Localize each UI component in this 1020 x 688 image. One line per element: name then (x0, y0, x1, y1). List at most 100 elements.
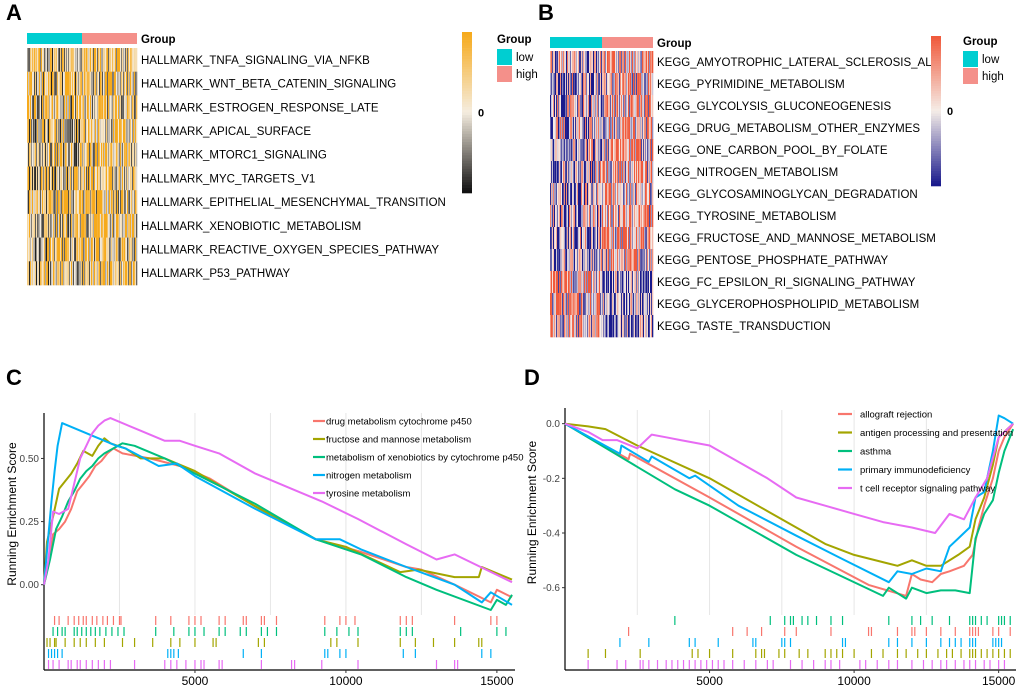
colorbar-step (931, 181, 941, 184)
panel-letter-c: C (6, 365, 22, 390)
heatmap-row (27, 237, 138, 262)
heatmap-cell (652, 227, 654, 250)
colorbar-step (931, 141, 941, 144)
legend-title: Group (963, 36, 998, 48)
legend-label-3: primary immunodeficiency (860, 465, 971, 476)
heatmap-cell (652, 95, 654, 118)
colorbar-step (462, 112, 472, 116)
heatmap-cell (136, 237, 138, 262)
y-tick-label: 0.25 (20, 517, 40, 528)
heatmap-row (27, 71, 138, 96)
legend-swatch-high (497, 66, 512, 82)
hit-marks-4 (587, 660, 1006, 669)
legend-title: Group (497, 34, 532, 46)
colorbar-step (931, 101, 941, 104)
colorbar-step (931, 43, 941, 47)
colorbar-step (462, 125, 472, 129)
heatmap-panel-b: Group KEGG_AMYOTROPHIC_LATERAL_SCLEROSIS_… (550, 36, 1004, 338)
colorbar-step (462, 107, 472, 111)
heatmap-cell (136, 119, 138, 144)
group-annotation-bar (550, 37, 653, 48)
row-label: KEGG_TASTE_TRANSDUCTION (657, 321, 831, 333)
heatmap-row (550, 161, 654, 184)
hit-marks-1 (46, 638, 483, 647)
colorbar-step (931, 61, 941, 64)
y-tick-label: -0.4 (543, 529, 561, 540)
row-label: HALLMARK_XENOBIOTIC_METABOLISM (141, 221, 361, 233)
legend-label-low: low (516, 52, 534, 64)
colorbar-step (462, 40, 472, 44)
colorbar-step (931, 176, 941, 179)
y-axis-label: Running Enrichment Score (5, 442, 19, 586)
colorbar-step (462, 142, 472, 145)
heatmap-row (550, 249, 654, 272)
colorbar-step (462, 155, 472, 159)
group-annotation-label: Group (657, 38, 692, 50)
colorbar-step (462, 136, 472, 140)
colorbar-step (462, 69, 472, 73)
row-label: KEGG_ONE_CARBON_POOL_BY_FOLATE (657, 145, 888, 157)
colorbar-step (931, 161, 941, 164)
heatmap-row (27, 142, 138, 167)
heatmap-row (27, 190, 138, 215)
colorbar-step (462, 131, 472, 135)
x-tick-label: 10000 (329, 674, 363, 688)
colorbar-step (931, 133, 941, 137)
y-tick-label: 0.0 (546, 419, 560, 430)
colorbar-step (931, 143, 941, 147)
heatmap-cell (652, 205, 654, 228)
colorbar-step (462, 74, 472, 78)
colorbar-step (462, 93, 472, 97)
legend-swatch-low (497, 49, 512, 65)
colorbar-step (462, 187, 472, 191)
colorbar-step (931, 53, 941, 57)
colorbar-step (931, 96, 941, 99)
colorbar-step (931, 98, 941, 102)
row-label: KEGG_FRUCTOSE_AND_MANNOSE_METABOLISM (657, 233, 936, 245)
y-tick-label: 0.50 (20, 454, 40, 465)
colorbar-step (931, 88, 941, 92)
x-tick-label: 10000 (837, 674, 871, 688)
row-label: KEGG_GLYCOSAMINOGLYCAN_DEGRADATION (657, 189, 918, 201)
colorbar-step (462, 166, 472, 170)
colorbar-step (931, 68, 941, 72)
x-tick-label: 5000 (696, 674, 723, 688)
legend-label-0: drug metabolism cytochrome p450 (326, 417, 472, 428)
heatmap-row (550, 315, 654, 338)
colorbar-step (462, 61, 472, 65)
colorbar-step (931, 46, 941, 49)
colorbar-step (931, 131, 941, 134)
colorbar-step (931, 163, 941, 167)
colorbar-step (931, 73, 941, 77)
row-label: HALLMARK_WNT_BETA_CATENIN_SIGNALING (141, 79, 396, 91)
series-line-2 (43, 442, 513, 611)
colorbar-step (931, 108, 941, 112)
colorbar-step (462, 168, 472, 172)
colorbar-step (462, 120, 472, 124)
colorbar-step (931, 56, 941, 59)
colorbar-step (462, 50, 472, 54)
heatmap-row (550, 271, 654, 294)
heatmap-row (550, 73, 654, 96)
series-line-4 (564, 422, 1014, 534)
heatmap-cell (652, 139, 654, 162)
hit-marks-0 (628, 627, 1011, 636)
colorbar-step (462, 72, 472, 76)
heatmap-cell (136, 261, 138, 286)
figure: A B C D Group HALLMARK_TNFA_SIGNALING_VIA… (5, 0, 1016, 688)
row-label: KEGG_PENTOSE_PHOSPHATE_PATHWAY (657, 255, 888, 267)
heatmap-cell (652, 117, 654, 140)
y-axis-label: Running Enrichment Score (525, 440, 539, 584)
colorbar (931, 36, 941, 187)
gsea-plot-panel-c: 0.00 0.25 0.50 5000 10000 15000 Running Enrich… (5, 413, 524, 688)
colorbar-step (462, 96, 472, 100)
group-bar-high (602, 37, 653, 48)
colorbar-step (931, 48, 941, 52)
colorbar-step (931, 166, 941, 169)
y-tick-label: -0.2 (543, 474, 561, 485)
colorbar-step (462, 77, 472, 81)
row-label: HALLMARK_EPITHELIAL_MESENCHYMAL_TRANSITI… (141, 197, 446, 209)
colorbar-tick-label: 0 (478, 108, 484, 120)
colorbar-step (462, 37, 472, 41)
heatmap-cell (652, 249, 654, 272)
